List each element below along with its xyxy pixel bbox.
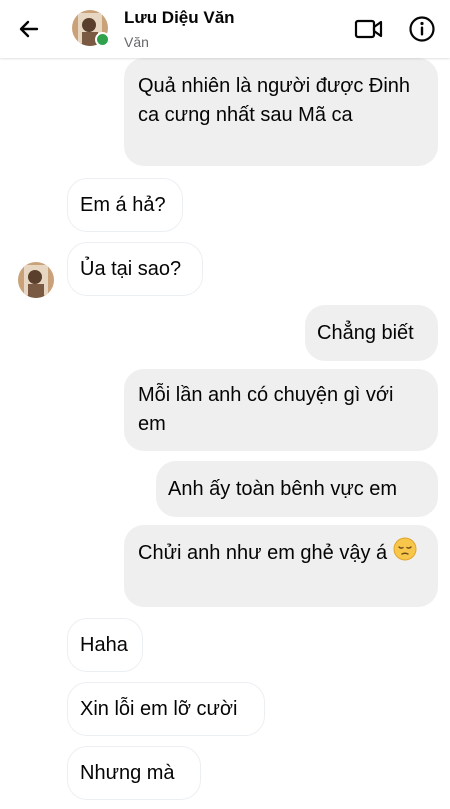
- message-bubble[interactable]: Ủa tại sao?: [67, 242, 203, 296]
- message-text: Quả nhiên là người được Đinh ca cưng nhấ…: [138, 75, 411, 126]
- message-text: Mỗi lần anh có chuyện gì với em: [138, 384, 394, 435]
- message-text: Anh ấy toàn bênh vực em: [168, 477, 398, 500]
- message-text: Em á hả?: [80, 193, 166, 216]
- message-text: Haha: [80, 633, 128, 656]
- message-text: Xin lỗi em lỡ cười: [80, 697, 238, 720]
- message-bubble[interactable]: Anh ấy toàn bênh vực em: [156, 461, 438, 517]
- pensive-face-emoji: [393, 537, 417, 570]
- chat-header: Lưu Diệu Văn Văn: [0, 0, 450, 58]
- video-call-icon: [354, 19, 383, 39]
- back-button[interactable]: [12, 12, 46, 46]
- info-icon: [409, 16, 435, 42]
- message-bubble[interactable]: Mỗi lần anh có chuyện gì với em: [124, 369, 438, 451]
- message-bubble[interactable]: Chửi anh như em ghẻ vậy á: [124, 525, 438, 607]
- message-bubble[interactable]: Chẳng biết: [305, 305, 438, 361]
- back-arrow-icon: [19, 20, 39, 38]
- message-bubble[interactable]: Nhưng mà: [67, 746, 201, 800]
- message-text: Ủa tại sao?: [80, 257, 182, 280]
- message-bubble[interactable]: Xin lỗi em lỡ cười: [67, 682, 265, 736]
- message-bubble[interactable]: Em á hả?: [67, 178, 183, 232]
- sender-avatar[interactable]: [18, 262, 54, 298]
- contact-name[interactable]: Lưu Diệu Văn: [124, 8, 235, 28]
- message-bubble[interactable]: Quả nhiên là người được Đinh ca cưng nhấ…: [124, 58, 438, 166]
- message-text: Chẳng biết: [317, 321, 414, 344]
- message-bubble[interactable]: Haha: [67, 618, 143, 672]
- contact-subtitle: Văn: [124, 34, 149, 50]
- online-status-dot: [95, 32, 110, 47]
- message-text: Nhưng mà: [80, 761, 175, 784]
- message-text: Chửi anh như em ghẻ vậy á: [138, 541, 388, 564]
- contact-avatar[interactable]: [72, 10, 110, 47]
- info-button[interactable]: [405, 12, 439, 46]
- video-call-button[interactable]: [352, 12, 386, 46]
